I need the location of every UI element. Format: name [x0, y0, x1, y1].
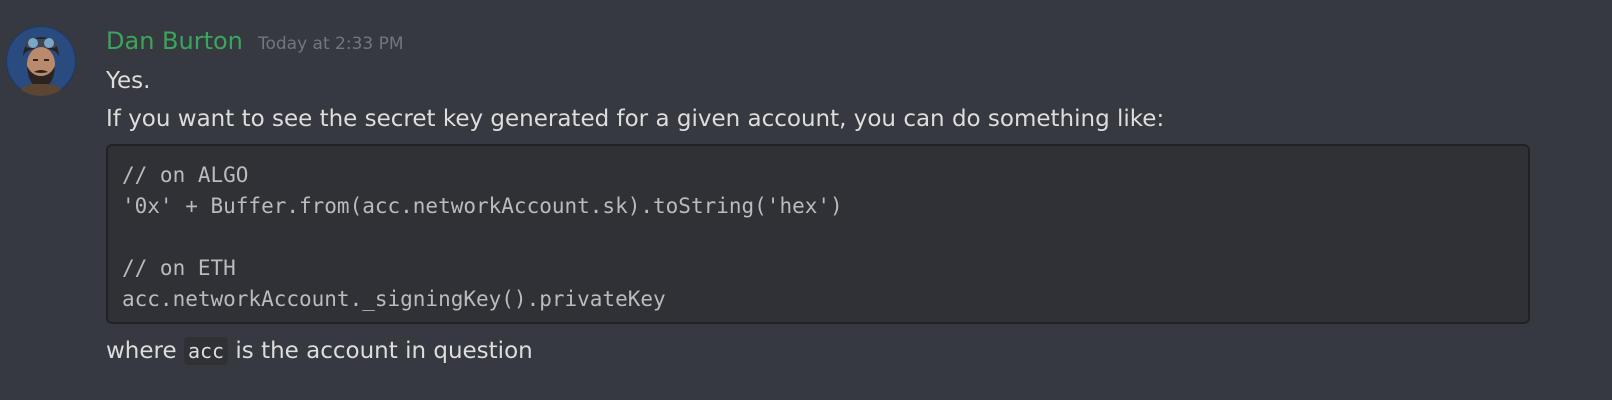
message-text-line: where acc is the account in question [106, 332, 1612, 370]
inline-code: acc [183, 337, 229, 365]
footer-text-before: where [106, 338, 184, 364]
message-header: Dan Burton Today at 2:33 PM [106, 24, 1612, 58]
chat-message: Dan Burton Today at 2:33 PM Yes. If you … [0, 0, 1612, 400]
code-line: // on ALGO [122, 163, 249, 187]
message-text-line: If you want to see the secret key genera… [106, 106, 1165, 132]
message-text-line: Yes. [106, 68, 151, 94]
footer-text-after: is the account in question [228, 338, 533, 364]
code-block[interactable]: // on ALGO '0x' + Buffer.from(acc.networ… [106, 144, 1530, 324]
user-avatar[interactable] [6, 26, 76, 96]
avatar-image [6, 26, 76, 96]
message-content: Dan Burton Today at 2:33 PM Yes. If you … [106, 24, 1612, 370]
code-line: acc.networkAccount._signingKey().private… [122, 287, 666, 311]
message-timestamp[interactable]: Today at 2:33 PM [258, 34, 404, 54]
code-line: '0x' + Buffer.from(acc.networkAccount.sk… [122, 194, 843, 218]
code-line: // on ETH [122, 256, 236, 280]
author-name[interactable]: Dan Burton [106, 27, 243, 55]
